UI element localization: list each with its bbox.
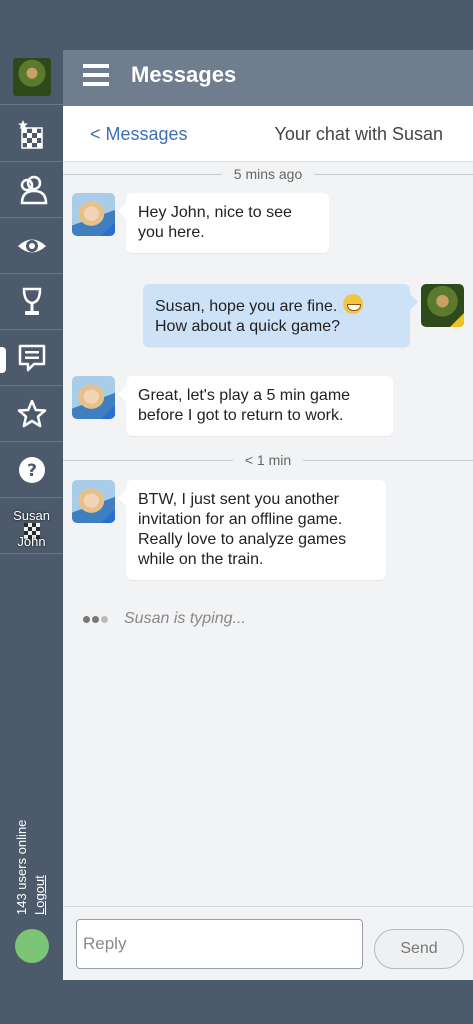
menu-icon[interactable] xyxy=(83,64,109,86)
message-text: Hey John, nice to see you here. xyxy=(138,204,292,241)
trophy-cup-icon xyxy=(22,287,41,315)
online-users-count: 143 users online xyxy=(14,819,29,915)
time-divider: 5 mins ago xyxy=(63,164,473,184)
typing-text: Susan is typing... xyxy=(124,610,246,627)
game-player-1: Susan xyxy=(13,508,50,523)
sidebar-profile[interactable] xyxy=(0,50,63,105)
svg-text:?: ? xyxy=(27,461,37,481)
susan-avatar xyxy=(72,193,115,236)
users-icon xyxy=(20,175,47,205)
star-icon xyxy=(17,399,46,428)
chat-title: Your chat with Susan xyxy=(274,124,443,144)
sidebar-item-help[interactable]: ? xyxy=(0,443,63,498)
sidebar-item-play[interactable] xyxy=(0,107,63,162)
messages-panel: Messages < Messages Your chat with Susan… xyxy=(63,50,473,980)
message-bubble-incoming: BTW, I just sent you another invitation … xyxy=(118,480,386,580)
message-bubble-outgoing: Susan, hope you are fine. How about a qu… xyxy=(143,284,418,347)
reply-input[interactable] xyxy=(76,919,363,969)
susan-avatar xyxy=(72,480,115,523)
typing-dots-icon xyxy=(83,615,110,623)
sidebar-current-game[interactable]: Susan John xyxy=(0,502,63,554)
eye-icon xyxy=(17,239,46,253)
time-divider-label: 5 mins ago xyxy=(233,166,303,182)
john-avatar xyxy=(421,284,464,327)
message-composer: Send xyxy=(63,906,473,980)
message-bubble-incoming: Great, let's play a 5 min game before I … xyxy=(118,376,393,436)
sidebar-item-messages[interactable] xyxy=(0,331,63,386)
message-text: Great, let's play a 5 min game before I … xyxy=(138,387,351,424)
chessboard-star-icon xyxy=(17,120,43,149)
sidebar-item-watch[interactable] xyxy=(0,219,63,274)
message-text: How about a quick game? xyxy=(155,318,340,335)
send-button[interactable]: Send xyxy=(374,929,464,969)
game-player-2: John xyxy=(17,534,46,549)
sidebar-item-friends[interactable] xyxy=(0,163,63,218)
chat-subheader: < Messages Your chat with Susan xyxy=(63,106,473,162)
typing-indicator: Susan is typing... xyxy=(83,610,246,628)
message-text: Susan, hope you are fine. xyxy=(155,298,338,315)
message-bubble-incoming: Hey John, nice to see you here. xyxy=(118,193,329,253)
message-text: BTW, I just sent you another invitation … xyxy=(138,491,347,568)
time-divider-label: < 1 min xyxy=(244,452,292,468)
profile-avatar xyxy=(12,58,51,96)
chat-bubble-icon xyxy=(18,344,45,372)
active-indicator xyxy=(0,347,6,373)
app-header: Messages xyxy=(63,50,473,106)
grinning-emoji-icon xyxy=(343,294,364,314)
sidebar-item-tournaments[interactable] xyxy=(0,275,63,330)
sidebar-item-favorites[interactable] xyxy=(0,387,63,442)
help-icon: ? xyxy=(18,457,45,483)
page-title: Messages xyxy=(131,62,237,87)
online-status: 143 users online Logout xyxy=(14,820,47,915)
online-status-dot xyxy=(15,929,49,963)
back-to-messages-link[interactable]: < Messages xyxy=(90,124,188,145)
time-divider: < 1 min xyxy=(63,450,473,470)
susan-avatar xyxy=(72,376,115,419)
logout-link[interactable]: Logout xyxy=(32,820,47,915)
